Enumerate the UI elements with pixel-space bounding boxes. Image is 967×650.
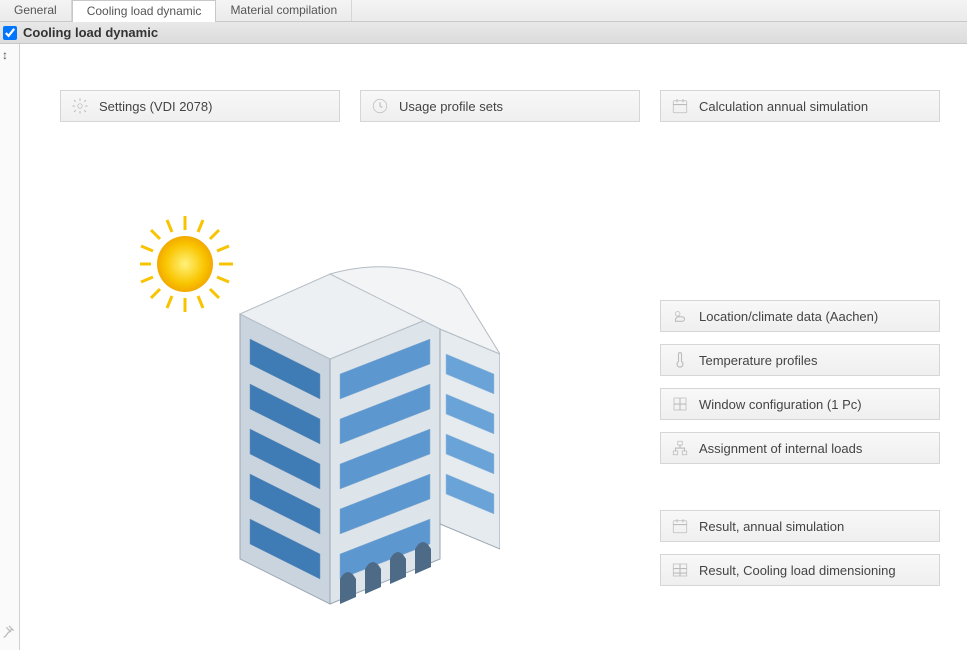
location-climate-button[interactable]: Location/climate data (Aachen): [660, 300, 940, 332]
assignment-internal-loads-button[interactable]: Assignment of internal loads: [660, 432, 940, 464]
temperature-profiles-button[interactable]: Temperature profiles: [660, 344, 940, 376]
clock-icon: [371, 97, 389, 115]
location-climate-label: Location/climate data (Aachen): [699, 309, 878, 324]
panel-enable-checkbox[interactable]: [3, 26, 17, 40]
result-annual-label: Result, annual simulation: [699, 519, 844, 534]
window-configuration-label: Window configuration (1 Pc): [699, 397, 862, 412]
panel-title: Cooling load dynamic: [23, 25, 158, 40]
calendar-icon: [671, 97, 689, 115]
gear-icon: [71, 97, 89, 115]
side-rail: ↕: [0, 44, 20, 650]
assignment-internal-loads-label: Assignment of internal loads: [699, 441, 862, 456]
calculation-annual-label: Calculation annual simulation: [699, 99, 868, 114]
expand-icon[interactable]: ↕: [2, 48, 8, 62]
table-icon: [671, 561, 689, 579]
weather-icon: [671, 307, 689, 325]
plug-icon[interactable]: [2, 623, 18, 644]
calculation-annual-button[interactable]: Calculation annual simulation: [660, 90, 940, 122]
tab-general[interactable]: General: [0, 0, 72, 21]
settings-button[interactable]: Settings (VDI 2078): [60, 90, 340, 122]
usage-profile-button[interactable]: Usage profile sets: [360, 90, 640, 122]
hierarchy-icon: [671, 439, 689, 457]
panel-header: Cooling load dynamic: [0, 22, 967, 44]
workspace: Settings (VDI 2078) Usage profile sets C…: [20, 44, 967, 650]
result-dimensioning-label: Result, Cooling load dimensioning: [699, 563, 896, 578]
result-dimensioning-button[interactable]: Result, Cooling load dimensioning: [660, 554, 940, 586]
calendar-result-icon: [671, 517, 689, 535]
settings-label: Settings (VDI 2078): [99, 99, 212, 114]
window-icon: [671, 395, 689, 413]
window-configuration-button[interactable]: Window configuration (1 Pc): [660, 388, 940, 420]
thermometer-icon: [671, 351, 689, 369]
top-tab-bar: General Cooling load dynamic Material co…: [0, 0, 967, 22]
result-annual-button[interactable]: Result, annual simulation: [660, 510, 940, 542]
tab-material-compilation[interactable]: Material compilation: [216, 0, 352, 21]
tab-cooling-load-dynamic[interactable]: Cooling load dynamic: [72, 0, 217, 22]
temperature-profiles-label: Temperature profiles: [699, 353, 818, 368]
usage-profile-label: Usage profile sets: [399, 99, 503, 114]
building-illustration: [140, 194, 500, 614]
